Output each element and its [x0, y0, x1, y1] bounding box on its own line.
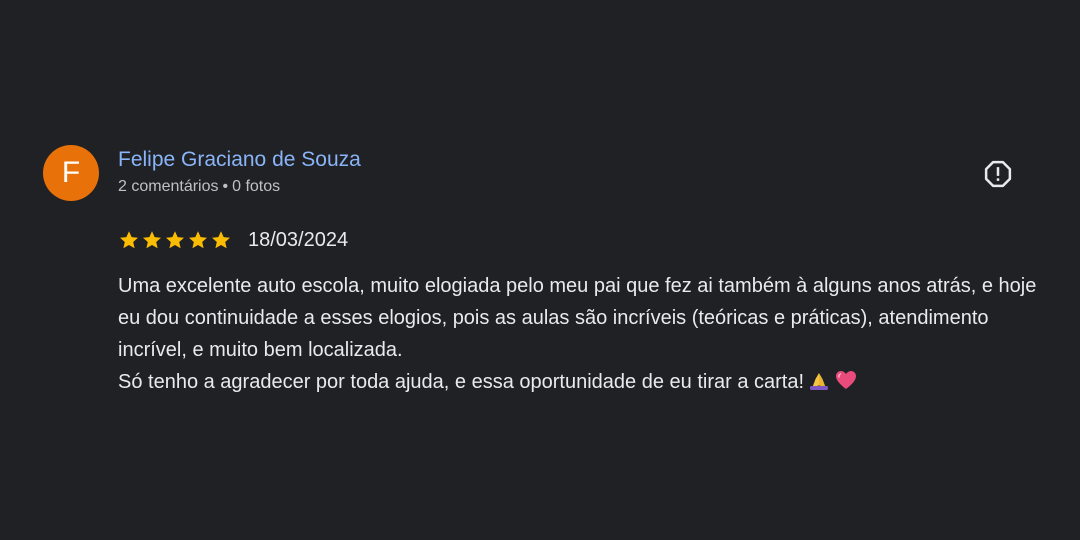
- review-card: F Felipe Graciano de Souza 2 comentários…: [0, 0, 1080, 540]
- author-name[interactable]: Felipe Graciano de Souza: [118, 148, 361, 172]
- star-rating: [118, 229, 232, 251]
- star-icon: [166, 231, 184, 249]
- avatar-letter: F: [61, 156, 81, 189]
- report-button[interactable]: [980, 158, 1016, 194]
- star-icon: [120, 231, 138, 249]
- review-text: Uma excelente auto escola, muito elogiad…: [118, 270, 1038, 402]
- review-paragraph-2-text: Só tenho a agradecer por toda ajuda, e e…: [118, 371, 805, 393]
- star-icon: [143, 231, 161, 249]
- comments-count: 2 comentários: [118, 178, 219, 195]
- rating-row: 18/03/2024: [118, 226, 348, 254]
- photos-count: 0 fotos: [232, 178, 281, 195]
- folded-hands-icon: [807, 368, 831, 402]
- report-icon: [983, 159, 1013, 194]
- heart-icon: [834, 368, 858, 402]
- avatar[interactable]: F: [43, 145, 99, 201]
- author-meta: 2 comentários • 0 fotos: [118, 178, 280, 196]
- meta-separator: •: [222, 178, 229, 195]
- review-paragraph-1: Uma excelente auto escola, muito elogiad…: [118, 275, 1037, 361]
- review-paragraph-2: Só tenho a agradecer por toda ajuda, e e…: [118, 366, 1038, 402]
- star-icon: [189, 231, 207, 249]
- star-icon: [212, 231, 230, 249]
- review-date: 18/03/2024: [248, 228, 349, 251]
